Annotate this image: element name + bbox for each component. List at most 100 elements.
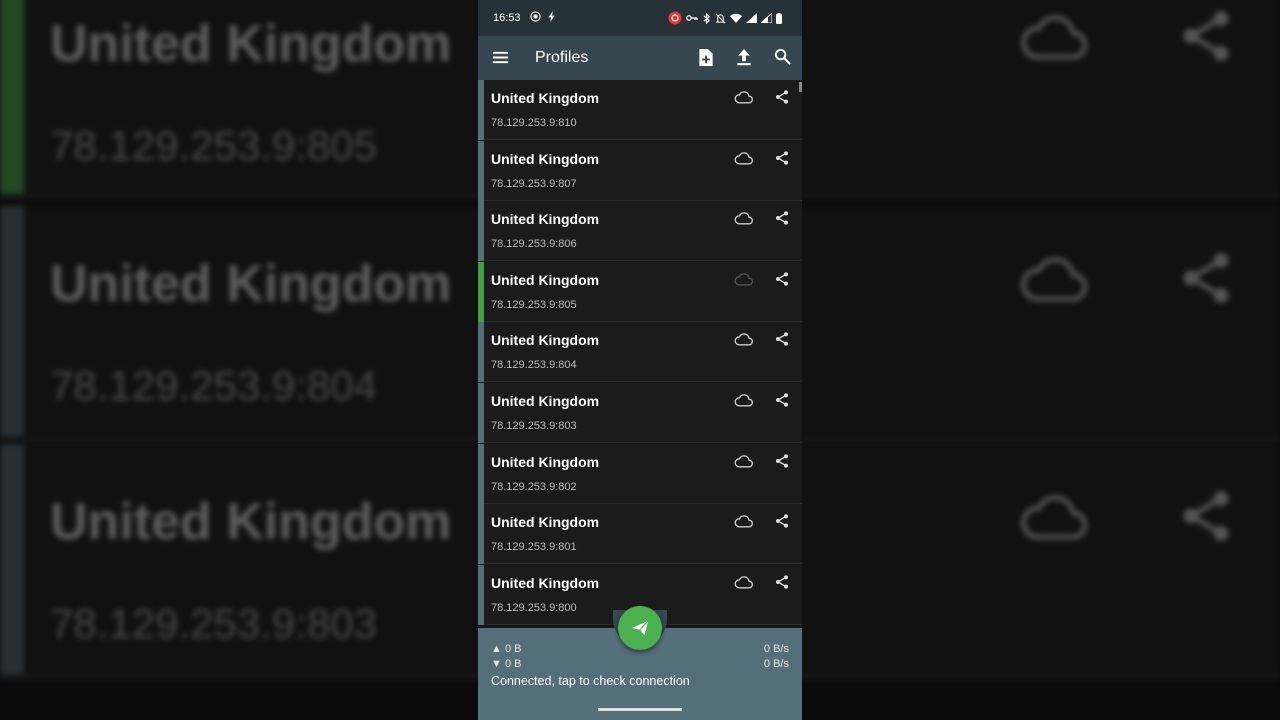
- profile-name: United Kingdom: [491, 574, 600, 591]
- share-icon: [776, 393, 788, 407]
- share-button[interactable]: [774, 512, 790, 535]
- wifi-icon: [730, 13, 742, 23]
- profile-row[interactable]: United Kingdom 78.129.253.9:803: [478, 383, 802, 443]
- profile-address: 78.129.253.9:804: [491, 359, 577, 372]
- recording-indicator-icon: [668, 11, 682, 25]
- profile-row[interactable]: United Kingdom 78.129.253.9:804: [478, 322, 802, 383]
- cloud-icon: [734, 394, 753, 407]
- selection-indicator: [478, 443, 484, 504]
- selection-indicator: [478, 504, 484, 565]
- cloud-icon: [734, 333, 753, 346]
- test-latency-button[interactable]: [734, 211, 754, 230]
- selection-indicator: [478, 140, 484, 201]
- test-latency-button[interactable]: [734, 514, 754, 533]
- test-latency-button[interactable]: [734, 90, 754, 109]
- profile-row[interactable]: United Kingdom 78.129.253.9:810: [478, 80, 802, 140]
- share-icon: [776, 272, 788, 286]
- menu-icon[interactable]: [492, 49, 509, 66]
- profile-name: United Kingdom: [491, 514, 600, 531]
- download-speed: 0 B/s: [763, 658, 789, 670]
- bg-row-address: 78.129.253.9:805: [50, 122, 377, 169]
- cloud-icon: [734, 515, 753, 528]
- new-file-icon[interactable]: [698, 48, 714, 67]
- profile-name: United Kingdom: [491, 393, 600, 409]
- signal-2-icon: [761, 13, 772, 23]
- send-plane-icon: [631, 620, 649, 636]
- test-latency-button[interactable]: [734, 272, 754, 291]
- test-latency-button[interactable]: [734, 454, 754, 473]
- search-icon[interactable]: [774, 48, 791, 65]
- profile-row[interactable]: United Kingdom 78.129.253.9:806: [478, 201, 802, 262]
- bg-row-address: 78.129.253.9:803: [50, 600, 377, 647]
- profile-list[interactable]: United Kingdom 78.129.253.9:800 United Kin…: [478, 80, 802, 628]
- signal-icon: [746, 13, 757, 23]
- profile-address: 78.129.253.9:803: [491, 420, 577, 432]
- cloud-icon: [734, 212, 753, 225]
- share-button[interactable]: [774, 88, 790, 111]
- profile-name: United Kingdom: [491, 271, 600, 288]
- scrollbar-thumb[interactable]: [799, 82, 802, 92]
- share-button[interactable]: [774, 149, 790, 172]
- app-bar: Profiles: [478, 36, 802, 80]
- selection-indicator: [478, 201, 484, 262]
- screen: United Kingdom 78.129.253.9:805 United K…: [0, 0, 1280, 720]
- share-button[interactable]: [774, 452, 790, 475]
- upload-icon[interactable]: [736, 48, 752, 67]
- share-button[interactable]: [774, 209, 790, 232]
- share-icon: [776, 211, 788, 225]
- test-latency-button[interactable]: [734, 393, 754, 412]
- profile-name: United Kingdom: [491, 332, 600, 349]
- bg-cloud-icon: [1021, 257, 1088, 302]
- bg-share-icon: [1183, 11, 1229, 61]
- selection-indicator: [478, 564, 484, 625]
- profile-name: United Kingdom: [491, 211, 600, 228]
- share-button[interactable]: [774, 270, 790, 293]
- profile-address: 78.129.253.9:810: [491, 117, 577, 129]
- profile-row[interactable]: United Kingdom 78.129.253.9:805: [478, 261, 802, 322]
- cloud-icon: [734, 576, 753, 589]
- test-latency-button[interactable]: [734, 332, 754, 351]
- bg-cloud-icon: [1021, 495, 1088, 540]
- profile-row[interactable]: United Kingdom 78.129.253.9:802: [478, 443, 802, 504]
- connect-fab-button[interactable]: [618, 606, 662, 650]
- profile-name: United Kingdom: [491, 150, 600, 167]
- status-bar: 16:53: [478, 0, 802, 36]
- profile-name: United Kingdom: [491, 90, 600, 106]
- battery-icon: [776, 12, 782, 24]
- bg-share-icon: [1183, 491, 1229, 541]
- cloud-icon: [734, 273, 753, 286]
- profile-row[interactable]: United Kingdom 78.129.253.9:801: [478, 504, 802, 565]
- test-latency-button[interactable]: [734, 575, 754, 594]
- cloud-icon: [734, 454, 753, 468]
- profile-address: 78.129.253.9:805: [491, 298, 577, 311]
- bg-selection-bar: [0, 206, 24, 436]
- share-button[interactable]: [774, 573, 790, 596]
- download-total: ▼ 0 B: [491, 658, 522, 670]
- bg-row-title: United Kingdom: [50, 255, 452, 313]
- share-icon: [776, 575, 788, 589]
- record-icon: [530, 11, 541, 22]
- bluetooth-icon: [703, 12, 710, 24]
- selection-indicator: [478, 80, 484, 140]
- bg-selection-bar: [0, 444, 24, 674]
- profile-address: 78.129.253.9:800: [491, 601, 577, 614]
- bg-share-icon: [1183, 253, 1229, 303]
- status-time: 16:53: [493, 12, 521, 24]
- connection-status[interactable]: Connected, tap to check connection: [491, 674, 690, 688]
- profile-row[interactable]: United Kingdom 78.129.253.9:807: [478, 140, 802, 201]
- bg-row-title: United Kingdom: [50, 15, 452, 73]
- cloud-icon: [734, 91, 753, 104]
- test-latency-button[interactable]: [734, 151, 754, 170]
- share-icon: [776, 453, 788, 468]
- home-indicator[interactable]: [598, 708, 682, 711]
- profile-address: 78.129.253.9:802: [491, 480, 577, 493]
- cloud-icon: [734, 151, 753, 165]
- share-button[interactable]: [774, 330, 790, 353]
- status-notification-icons: [530, 11, 557, 22]
- flash-icon: [548, 11, 555, 22]
- share-icon: [776, 514, 788, 528]
- status-system-icons: [668, 11, 782, 25]
- bg-cloud-icon: [1021, 15, 1088, 60]
- share-icon: [776, 150, 788, 165]
- share-button[interactable]: [774, 391, 790, 414]
